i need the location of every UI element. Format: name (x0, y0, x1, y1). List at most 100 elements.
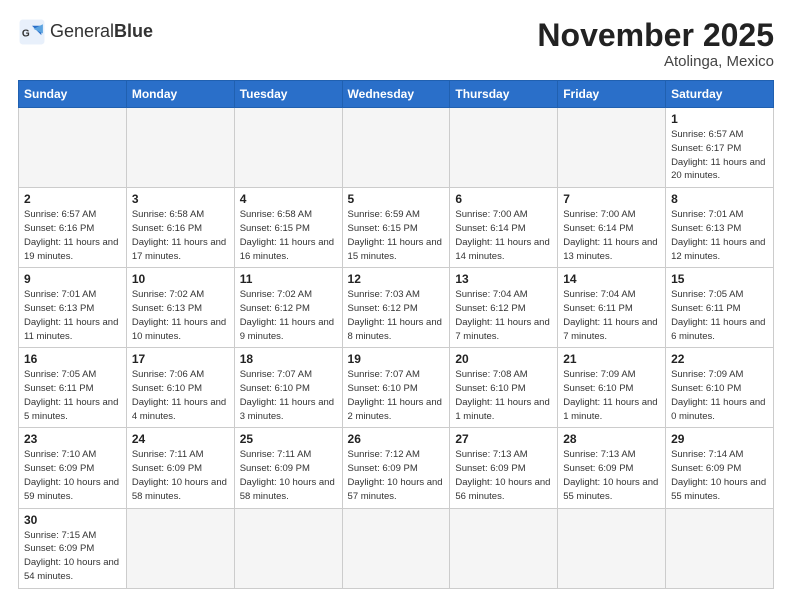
calendar-week-row: 23Sunrise: 7:10 AM Sunset: 6:09 PM Dayli… (19, 428, 774, 508)
table-row: 5 Sunrise: 6:59 AM Sunset: 6:15 PM Daylig… (342, 188, 450, 268)
table-row: 10 Sunrise: 7:02 AM Sunset: 6:13 PM Dayli… (126, 268, 234, 348)
day-number: 14 (563, 272, 660, 286)
table-row (342, 508, 450, 588)
day-number: 26 (348, 432, 445, 446)
day-info: Sunrise: 7:13 AM Sunset: 6:09 PM Dayligh… (563, 448, 660, 503)
table-row: 15 Sunrise: 7:05 AM Sunset: 6:11 PM Dayli… (666, 268, 774, 348)
header-thursday: Thursday (450, 81, 558, 108)
table-row: 6Sunrise: 7:00 AM Sunset: 6:14 PM Daylig… (450, 188, 558, 268)
day-info: Sunrise: 6:57 AM Sunset: 6:17 PM Dayligh… (671, 128, 768, 183)
day-info: Sunrise: 6:58 AM Sunset: 6:15 PM Dayligh… (240, 208, 337, 263)
table-row: 18 Sunrise: 7:07 AM Sunset: 6:10 PM Dayli… (234, 348, 342, 428)
header-monday: Monday (126, 81, 234, 108)
table-row: 11 Sunrise: 7:02 AM Sunset: 6:12 PM Dayli… (234, 268, 342, 348)
table-row (666, 508, 774, 588)
day-info: Sunrise: 6:59 AM Sunset: 6:15 PM Dayligh… (348, 208, 445, 263)
table-row: 14 Sunrise: 7:04 AM Sunset: 6:11 PM Dayli… (558, 268, 666, 348)
day-number: 22 (671, 352, 768, 366)
table-row: 21Sunrise: 7:09 AM Sunset: 6:10 PM Dayli… (558, 348, 666, 428)
day-info: Sunrise: 7:06 AM Sunset: 6:10 PM Dayligh… (132, 368, 229, 423)
table-row: 8Sunrise: 7:01 AM Sunset: 6:13 PM Daylig… (666, 188, 774, 268)
table-row: 9 Sunrise: 7:01 AM Sunset: 6:13 PM Daylig… (19, 268, 127, 348)
weekday-header-row: Sunday Monday Tuesday Wednesday Thursday… (19, 81, 774, 108)
table-row (234, 108, 342, 188)
day-number: 11 (240, 272, 337, 286)
day-number: 3 (132, 192, 229, 206)
logo: G GeneralBlue (18, 18, 153, 46)
day-info: Sunrise: 7:00 AM Sunset: 6:14 PM Dayligh… (563, 208, 660, 263)
table-row: 29Sunrise: 7:14 AM Sunset: 6:09 PM Dayli… (666, 428, 774, 508)
header-sunday: Sunday (19, 81, 127, 108)
table-row: 24Sunrise: 7:11 AM Sunset: 6:09 PM Dayli… (126, 428, 234, 508)
location-subtitle: Atolinga, Mexico (537, 53, 774, 70)
day-info: Sunrise: 7:02 AM Sunset: 6:13 PM Dayligh… (132, 288, 229, 343)
table-row: 20 Sunrise: 7:08 AM Sunset: 6:10 PM Dayli… (450, 348, 558, 428)
table-row: 25Sunrise: 7:11 AM Sunset: 6:09 PM Dayli… (234, 428, 342, 508)
calendar-week-row: 30 Sunrise: 7:15 AM Sunset: 6:09 PM Dayli… (19, 508, 774, 588)
table-row (450, 108, 558, 188)
day-info: Sunrise: 7:11 AM Sunset: 6:09 PM Dayligh… (240, 448, 337, 503)
table-row: 23Sunrise: 7:10 AM Sunset: 6:09 PM Dayli… (19, 428, 127, 508)
day-number: 30 (24, 513, 121, 527)
day-info: Sunrise: 7:15 AM Sunset: 6:09 PM Dayligh… (24, 529, 121, 584)
day-info: Sunrise: 7:12 AM Sunset: 6:09 PM Dayligh… (348, 448, 445, 503)
day-info: Sunrise: 7:05 AM Sunset: 6:11 PM Dayligh… (671, 288, 768, 343)
logo-icon: G (18, 18, 46, 46)
day-info: Sunrise: 7:02 AM Sunset: 6:12 PM Dayligh… (240, 288, 337, 343)
table-row: 1 Sunrise: 6:57 AM Sunset: 6:17 PM Daylig… (666, 108, 774, 188)
day-number: 23 (24, 432, 121, 446)
calendar-week-row: 9 Sunrise: 7:01 AM Sunset: 6:13 PM Daylig… (19, 268, 774, 348)
day-info: Sunrise: 7:01 AM Sunset: 6:13 PM Dayligh… (671, 208, 768, 263)
table-row: 4Sunrise: 6:58 AM Sunset: 6:15 PM Daylig… (234, 188, 342, 268)
month-title: November 2025 (537, 18, 774, 53)
day-number: 9 (24, 272, 121, 286)
day-info: Sunrise: 7:05 AM Sunset: 6:11 PM Dayligh… (24, 368, 121, 423)
table-row: 22Sunrise: 7:09 AM Sunset: 6:10 PM Dayli… (666, 348, 774, 428)
day-info: Sunrise: 7:08 AM Sunset: 6:10 PM Dayligh… (455, 368, 552, 423)
day-number: 5 (348, 192, 445, 206)
page-header: G GeneralBlue November 2025 Atolinga, Me… (18, 18, 774, 70)
header-friday: Friday (558, 81, 666, 108)
table-row: 17Sunrise: 7:06 AM Sunset: 6:10 PM Dayli… (126, 348, 234, 428)
day-number: 1 (671, 112, 768, 126)
day-number: 12 (348, 272, 445, 286)
table-row: 26 Sunrise: 7:12 AM Sunset: 6:09 PM Dayli… (342, 428, 450, 508)
header-saturday: Saturday (666, 81, 774, 108)
table-row: 30 Sunrise: 7:15 AM Sunset: 6:09 PM Dayli… (19, 508, 127, 588)
day-number: 6 (455, 192, 552, 206)
table-row: 2Sunrise: 6:57 AM Sunset: 6:16 PM Daylig… (19, 188, 127, 268)
day-info: Sunrise: 7:01 AM Sunset: 6:13 PM Dayligh… (24, 288, 121, 343)
day-number: 15 (671, 272, 768, 286)
day-info: Sunrise: 7:04 AM Sunset: 6:11 PM Dayligh… (563, 288, 660, 343)
table-row: 7 Sunrise: 7:00 AM Sunset: 6:14 PM Daylig… (558, 188, 666, 268)
day-number: 16 (24, 352, 121, 366)
day-number: 28 (563, 432, 660, 446)
day-number: 29 (671, 432, 768, 446)
calendar-week-row: 1 Sunrise: 6:57 AM Sunset: 6:17 PM Daylig… (19, 108, 774, 188)
header-tuesday: Tuesday (234, 81, 342, 108)
table-row (558, 508, 666, 588)
day-info: Sunrise: 7:11 AM Sunset: 6:09 PM Dayligh… (132, 448, 229, 503)
table-row (126, 508, 234, 588)
day-info: Sunrise: 7:03 AM Sunset: 6:12 PM Dayligh… (348, 288, 445, 343)
table-row: 3 Sunrise: 6:58 AM Sunset: 6:16 PM Daylig… (126, 188, 234, 268)
day-info: Sunrise: 7:04 AM Sunset: 6:12 PM Dayligh… (455, 288, 552, 343)
day-number: 13 (455, 272, 552, 286)
day-number: 18 (240, 352, 337, 366)
day-info: Sunrise: 7:13 AM Sunset: 6:09 PM Dayligh… (455, 448, 552, 503)
table-row: 12 Sunrise: 7:03 AM Sunset: 6:12 PM Dayli… (342, 268, 450, 348)
day-number: 10 (132, 272, 229, 286)
table-row: 16 Sunrise: 7:05 AM Sunset: 6:11 PM Dayli… (19, 348, 127, 428)
day-number: 20 (455, 352, 552, 366)
table-row: 28 Sunrise: 7:13 AM Sunset: 6:09 PM Dayli… (558, 428, 666, 508)
day-info: Sunrise: 6:57 AM Sunset: 6:16 PM Dayligh… (24, 208, 121, 263)
day-info: Sunrise: 7:07 AM Sunset: 6:10 PM Dayligh… (240, 368, 337, 423)
header-wednesday: Wednesday (342, 81, 450, 108)
day-number: 7 (563, 192, 660, 206)
table-row: 19Sunrise: 7:07 AM Sunset: 6:10 PM Dayli… (342, 348, 450, 428)
day-info: Sunrise: 6:58 AM Sunset: 6:16 PM Dayligh… (132, 208, 229, 263)
table-row (19, 108, 127, 188)
day-number: 19 (348, 352, 445, 366)
day-info: Sunrise: 7:09 AM Sunset: 6:10 PM Dayligh… (563, 368, 660, 423)
svg-text:G: G (22, 29, 30, 40)
